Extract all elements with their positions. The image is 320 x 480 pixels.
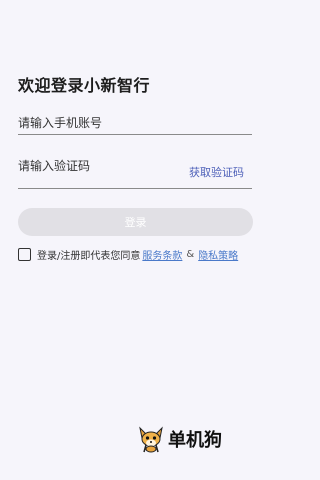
login-button[interactable]: 登录 <box>18 208 253 236</box>
phone-input[interactable] <box>18 112 252 134</box>
privacy-policy-link[interactable]: 隐私策略 <box>198 247 238 262</box>
phone-field <box>18 112 252 135</box>
watermark-text: 单机狗 <box>168 430 222 451</box>
ampersand: & <box>186 249 195 260</box>
page-title: 欢迎登录小新智行 <box>18 76 151 95</box>
login-screen: 欢迎登录小新智行 获取验证码 登录 登录/注册即代表您同意 服务条款 & 隐私策… <box>0 0 270 480</box>
watermark: 单机狗 <box>136 424 222 454</box>
agreement-text: 登录/注册即代表您同意 <box>37 251 141 262</box>
agreement-checkbox[interactable] <box>18 248 31 261</box>
fox-mascot-icon <box>139 426 163 453</box>
get-code-button[interactable]: 获取验证码 <box>189 164 244 180</box>
agreement-row: 登录/注册即代表您同意 服务条款 & 隐私策略 <box>18 247 240 262</box>
verification-code-field: 获取验证码 <box>18 154 252 189</box>
verification-code-input[interactable] <box>18 154 178 178</box>
service-terms-link[interactable]: 服务条款 <box>142 247 182 262</box>
